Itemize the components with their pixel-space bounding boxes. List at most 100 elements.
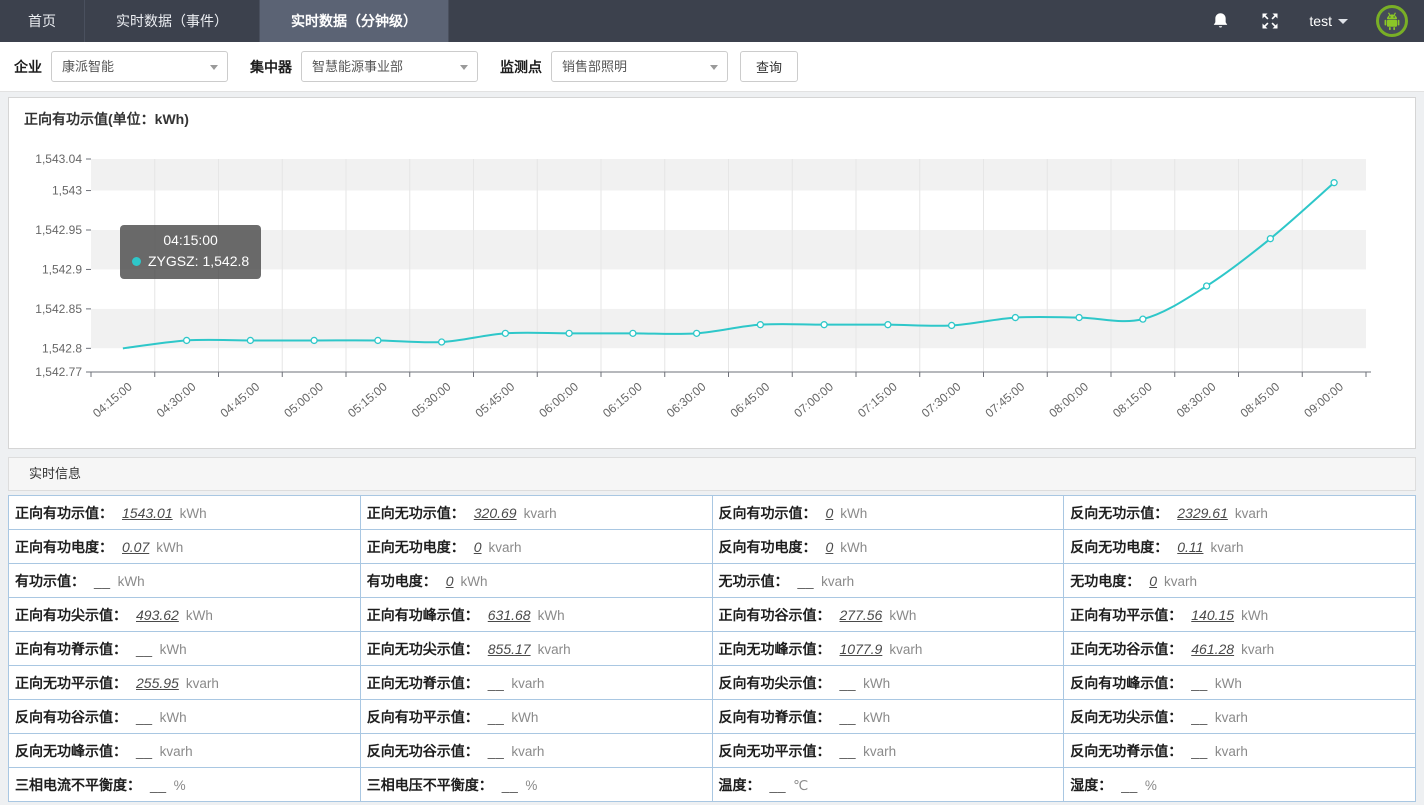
cell-value: __ bbox=[150, 777, 167, 793]
table-row: 正向无功平示值：255.95kvarh正向无功脊示值：__kvarh反向有功尖示… bbox=[9, 666, 1416, 700]
info-cell: 反向有功平示值：__kWh bbox=[360, 700, 712, 734]
cell-unit: kvarh bbox=[1241, 642, 1274, 657]
cell-value: 493.62 bbox=[136, 607, 179, 623]
cell-value: __ bbox=[840, 675, 857, 691]
user-menu[interactable]: test bbox=[1309, 13, 1348, 29]
cell-value: 631.68 bbox=[488, 607, 531, 623]
cell-value: 320.69 bbox=[474, 505, 517, 521]
cell-value: __ bbox=[488, 675, 505, 691]
cell-unit: kWh bbox=[160, 710, 187, 725]
enterprise-select[interactable]: 康派智能 bbox=[51, 51, 228, 82]
cell-label: 正向有功谷示值： bbox=[719, 607, 831, 623]
cell-value: __ bbox=[488, 743, 505, 759]
cell-label: 反向无功脊示值： bbox=[1070, 743, 1182, 759]
cell-unit: % bbox=[174, 778, 186, 793]
table-row: 正向有功示值：1543.01kWh正向无功示值：320.69kvarh反向有功示… bbox=[9, 496, 1416, 530]
cell-value: __ bbox=[488, 709, 505, 725]
cell-unit: kvarh bbox=[538, 642, 571, 657]
query-button[interactable]: 查询 bbox=[740, 51, 798, 82]
cell-label: 反向有功脊示值： bbox=[719, 709, 831, 725]
concentrator-label: 集中器 bbox=[250, 57, 292, 77]
cell-unit: kvarh bbox=[1164, 574, 1197, 589]
cell-value: 1077.9 bbox=[840, 641, 883, 657]
cell-unit: kvarh bbox=[511, 744, 544, 759]
cell-value: __ bbox=[1121, 777, 1138, 793]
cell-unit: % bbox=[1145, 778, 1157, 793]
cell-value: 0 bbox=[474, 539, 482, 555]
chevron-down-icon bbox=[710, 65, 718, 70]
fullscreen-icon[interactable] bbox=[1259, 10, 1281, 32]
info-cell: 正向有功尖示值：493.62kWh bbox=[9, 598, 361, 632]
cell-label: 反向无功示值： bbox=[1070, 505, 1168, 521]
tab-2[interactable]: 实时数据（分钟级） bbox=[260, 0, 449, 42]
android-avatar[interactable] bbox=[1376, 5, 1408, 37]
info-cell: 正向有功脊示值：__kWh bbox=[9, 632, 361, 666]
cell-label: 反向无功尖示值： bbox=[1070, 709, 1182, 725]
cell-unit: kWh bbox=[889, 608, 916, 623]
cell-value: __ bbox=[136, 743, 153, 759]
cell-value: 0 bbox=[446, 573, 454, 589]
info-cell: 反向有功示值：0kWh bbox=[712, 496, 1064, 530]
info-cell: 温度：__℃ bbox=[712, 768, 1064, 802]
svg-text:07:15:00: 07:15:00 bbox=[855, 379, 900, 420]
tab-0[interactable]: 首页 bbox=[0, 0, 85, 42]
info-cell: 正向无功谷示值：461.28kvarh bbox=[1064, 632, 1416, 666]
concentrator-select[interactable]: 智慧能源事业部 bbox=[301, 51, 478, 82]
cell-value: __ bbox=[502, 777, 519, 793]
cell-label: 湿度： bbox=[1070, 777, 1112, 793]
cell-unit: kvarh bbox=[1215, 710, 1248, 725]
info-cell: 反向有功尖示值：__kWh bbox=[712, 666, 1064, 700]
cell-label: 温度： bbox=[719, 777, 761, 793]
info-cell: 正向有功平示值：140.15kWh bbox=[1064, 598, 1416, 632]
svg-text:1,543.04: 1,543.04 bbox=[35, 152, 82, 166]
enterprise-label: 企业 bbox=[14, 57, 42, 77]
tooltip-series-value: ZYGSZ: 1,542.8 bbox=[148, 251, 249, 272]
cell-unit: kvarh bbox=[511, 676, 544, 691]
info-cell: 反向无功谷示值：__kvarh bbox=[360, 734, 712, 768]
svg-text:1,542.85: 1,542.85 bbox=[35, 302, 82, 316]
info-cell: 反向无功脊示值：__kvarh bbox=[1064, 734, 1416, 768]
filter-bar: 企业 康派智能 集中器 智慧能源事业部 监测点 销售部照明 查询 bbox=[0, 42, 1424, 92]
svg-text:1,542.9: 1,542.9 bbox=[42, 262, 82, 276]
cell-value: __ bbox=[1191, 709, 1208, 725]
cell-value: __ bbox=[136, 709, 153, 725]
cell-label: 三相电压不平衡度： bbox=[367, 777, 493, 793]
cell-unit: kWh bbox=[160, 642, 187, 657]
info-cell: 无功电度：0kvarh bbox=[1064, 564, 1416, 598]
cell-unit: kWh bbox=[180, 506, 207, 521]
chart-panel: 正向有功示值(单位：kWh) 1,543.041,5431,542.951,54… bbox=[8, 97, 1416, 449]
table-row: 正向有功尖示值：493.62kWh正向有功峰示值：631.68kWh正向有功谷示… bbox=[9, 598, 1416, 632]
cell-value: 140.15 bbox=[1191, 607, 1234, 623]
table-row: 正向有功脊示值：__kWh正向无功尖示值：855.17kvarh正向无功峰示值：… bbox=[9, 632, 1416, 666]
cell-label: 有功电度： bbox=[367, 573, 437, 589]
info-cell: 正向无功峰示值：1077.9kvarh bbox=[712, 632, 1064, 666]
cell-value: __ bbox=[1191, 743, 1208, 759]
tab-1[interactable]: 实时数据（事件） bbox=[85, 0, 260, 42]
info-cell: 反向无功尖示值： __ kvarh bbox=[1064, 700, 1416, 734]
cell-value: __ bbox=[840, 743, 857, 759]
info-cell: 有功示值：__kWh bbox=[9, 564, 361, 598]
cell-label: 反向无功平示值： bbox=[719, 743, 831, 759]
svg-text:04:30:00: 04:30:00 bbox=[154, 379, 199, 420]
cell-label: 正向无功平示值： bbox=[15, 675, 127, 691]
svg-text:09:00:00: 09:00:00 bbox=[1301, 379, 1346, 420]
svg-text:08:15:00: 08:15:00 bbox=[1110, 379, 1155, 420]
cell-label: 正向无功峰示值： bbox=[719, 641, 831, 657]
cell-unit: kvarh bbox=[524, 506, 557, 521]
bell-icon[interactable] bbox=[1209, 10, 1231, 32]
monitor-point-select[interactable]: 销售部照明 bbox=[551, 51, 728, 82]
tooltip-time: 04:15:00 bbox=[132, 230, 249, 251]
cell-value: 0 bbox=[1149, 573, 1157, 589]
table-row: 反向有功谷示值：__kWh反向有功平示值：__kWh反向有功脊示值：__kWh反… bbox=[9, 700, 1416, 734]
cell-value: 0.07 bbox=[122, 539, 149, 555]
info-cell: 反向无功电度：0.11kvarh bbox=[1064, 530, 1416, 564]
cell-label: 三相电流不平衡度： bbox=[15, 777, 141, 793]
realtime-info-header: 实时信息 bbox=[8, 457, 1416, 491]
svg-text:05:15:00: 05:15:00 bbox=[345, 379, 390, 420]
svg-text:07:45:00: 07:45:00 bbox=[983, 379, 1028, 420]
info-cell: 正向有功谷示值：277.56kWh bbox=[712, 598, 1064, 632]
svg-text:08:30:00: 08:30:00 bbox=[1174, 379, 1219, 420]
cell-unit: kWh bbox=[1241, 608, 1268, 623]
cell-value: 0 bbox=[826, 505, 834, 521]
top-navbar: 首页实时数据（事件）实时数据（分钟级） test bbox=[0, 0, 1424, 42]
